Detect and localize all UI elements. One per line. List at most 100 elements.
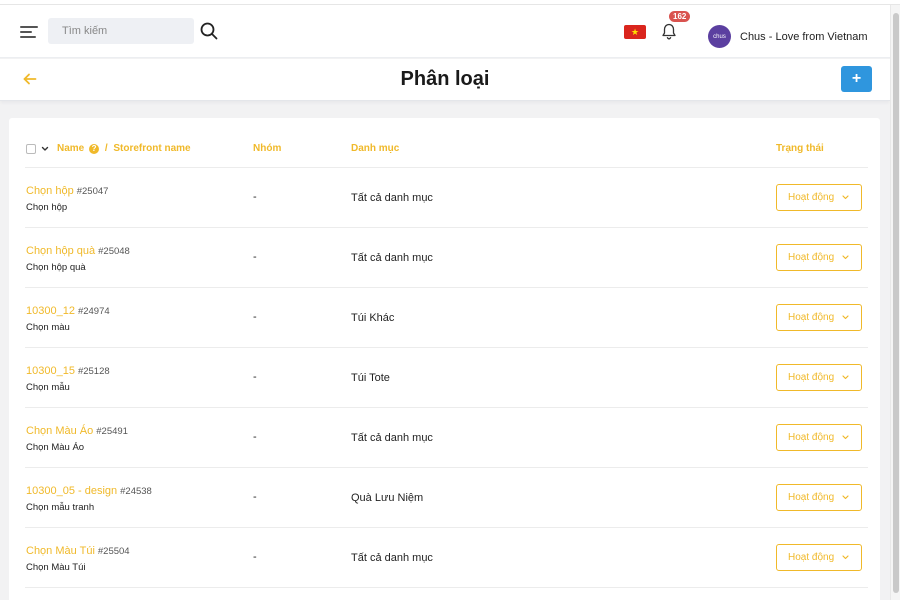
table-row: Chọn hộp #25047 Chọn hộp - Tất cả danh mục Ho… <box>25 168 868 228</box>
row-name-link[interactable]: 10300_15 <box>26 365 75 377</box>
row-name-line: Chọn hộp #25047 <box>26 185 108 197</box>
row-category: Tất cả danh mục <box>351 252 433 264</box>
table-row: 10300_12 #24974 Chọn màu - Túi Khác Hoạt động <box>25 288 868 348</box>
row-storefront-name: Chọn hộp quà <box>26 262 86 273</box>
avatar[interactable]: chus <box>708 25 731 48</box>
chevron-down-icon[interactable] <box>41 145 49 153</box>
status-label: Hoạt động <box>788 432 835 443</box>
row-category: Tất cả danh mục <box>351 432 433 444</box>
status-dropdown[interactable]: Hoạt động <box>776 184 862 211</box>
chevron-down-icon <box>842 435 849 440</box>
search-icon[interactable] <box>200 22 218 40</box>
chevron-down-icon <box>842 555 849 560</box>
help-icon[interactable]: ? <box>89 144 100 154</box>
status-label: Hoạt động <box>788 372 835 383</box>
row-group: - <box>253 551 257 563</box>
row-group: - <box>253 311 257 323</box>
chevron-down-icon <box>842 495 849 500</box>
column-header-group[interactable]: Nhóm <box>253 143 281 154</box>
row-category: Tất cả danh mục <box>351 552 433 564</box>
row-group: - <box>253 431 257 443</box>
add-button[interactable]: + <box>841 66 872 92</box>
row-name-link[interactable]: Chọn hộp quà <box>26 245 95 257</box>
row-name-link[interactable]: Chọn Màu Áo <box>26 425 93 437</box>
hamburger-menu-icon[interactable] <box>20 25 38 39</box>
table-row: Chọn hộp quà #25048 Chọn hộp quà - Tất cả da… <box>25 228 868 288</box>
row-category: Quà Lưu Niệm <box>351 492 424 504</box>
scrollbar-thumb[interactable] <box>893 13 899 593</box>
row-code: #25048 <box>98 246 130 257</box>
row-code: #25128 <box>77 366 110 377</box>
status-label: Hoạt động <box>788 192 835 203</box>
row-group: - <box>253 491 257 503</box>
status-label: Hoạt động <box>788 492 835 503</box>
table-row: 10300_05 - design #24538 Chọn mẫu tranh - Qu… <box>25 468 868 528</box>
column-header-category[interactable]: Danh mục <box>351 143 399 154</box>
row-name-line: 10300_15 #25128 <box>26 365 110 377</box>
row-name-line: 10300_05 - design #24538 <box>26 485 152 497</box>
row-name-line: Chọn Màu Áo #25491 <box>26 425 128 437</box>
row-storefront-name: Chọn màu <box>26 322 70 333</box>
row-name-line: Chọn Màu Túi #25504 <box>26 545 130 557</box>
column-header-name[interactable]: Name ? / Storefront name <box>57 143 191 154</box>
row-category: Tất cả danh mục <box>351 192 433 204</box>
row-storefront-name: Chọn Màu Túi <box>26 562 86 573</box>
status-dropdown[interactable]: Hoạt động <box>776 544 862 571</box>
row-name-link[interactable]: 10300_12 <box>26 305 75 317</box>
row-group: - <box>253 251 257 263</box>
row-code: #25504 <box>97 546 130 557</box>
column-separator: / <box>104 143 108 154</box>
row-name-link[interactable]: Chọn hộp <box>26 185 74 197</box>
row-category: Túi Tote <box>351 372 390 384</box>
menu-line <box>20 26 38 28</box>
status-dropdown[interactable]: Hoạt động <box>776 484 862 511</box>
column-header-status[interactable]: Trạng thái <box>776 143 824 154</box>
top-bar: ★ 162 chus Chus - Love from Vietnam <box>0 5 890 58</box>
row-name-line: Chọn hộp quà #25048 <box>26 245 130 257</box>
row-code: #25491 <box>96 426 128 437</box>
select-all-checkbox[interactable] <box>26 144 36 154</box>
row-storefront-name: Chọn Màu Áo <box>26 442 85 453</box>
status-label: Hoạt động <box>788 252 835 263</box>
bell-icon[interactable] <box>661 23 677 40</box>
avatar-text: chus <box>713 33 726 40</box>
status-dropdown[interactable]: Hoạt động <box>776 244 862 271</box>
page-title: Phân loại <box>400 68 490 90</box>
status-dropdown[interactable]: Hoạt động <box>776 424 862 451</box>
status-label: Hoạt động <box>788 312 835 323</box>
row-storefront-name: Chọn mẫu tranh <box>26 502 95 513</box>
table-row: Chọn Màu Túi #25504 Chọn Màu Túi - Tất cả da… <box>25 528 868 588</box>
search-input[interactable] <box>48 18 194 44</box>
row-code: #24538 <box>120 486 152 497</box>
row-code: #24974 <box>77 306 110 317</box>
column-storefront-label: Storefront name <box>113 143 191 154</box>
status-label: Hoạt động <box>788 552 835 563</box>
row-storefront-name: Chọn hộp <box>26 202 68 213</box>
row-code: #25047 <box>76 186 109 197</box>
row-group: - <box>253 371 257 383</box>
row-group: - <box>253 191 257 203</box>
notification-badge: 162 <box>669 11 691 22</box>
table-row: 10300_15 #25128 Chọn mẫu - Túi Tote Hoạt động <box>25 348 868 408</box>
chevron-down-icon <box>842 315 849 320</box>
chevron-down-icon <box>842 195 849 200</box>
status-dropdown[interactable]: Hoạt động <box>776 364 862 391</box>
page-header: Phân loại + <box>0 59 890 101</box>
vertical-scrollbar[interactable] <box>890 5 900 600</box>
table-header: Name ? / Storefront name Nhóm Danh mục T… <box>25 118 868 168</box>
chevron-down-icon <box>842 375 849 380</box>
row-category: Túi Khác <box>351 312 395 324</box>
row-storefront-name: Chọn mẫu <box>26 382 70 393</box>
column-name-label: Name <box>57 143 85 154</box>
row-name-link[interactable]: Chọn Màu Túi <box>26 545 95 557</box>
status-dropdown[interactable]: Hoạt động <box>776 304 862 331</box>
menu-line <box>20 36 36 38</box>
menu-line <box>20 31 32 33</box>
table-row: Chọn Màu Áo #25491 Chọn Màu Áo - Tất cả danh… <box>25 408 868 468</box>
chevron-down-icon <box>842 255 849 260</box>
flag-star: ★ <box>630 26 640 37</box>
user-name[interactable]: Chus - Love from Vietnam <box>740 31 868 43</box>
table-card: Name ? / Storefront name Nhóm Danh mục T… <box>9 118 880 600</box>
vietnam-flag-icon[interactable]: ★ <box>624 25 646 39</box>
row-name-link[interactable]: 10300_05 - design <box>26 485 117 497</box>
